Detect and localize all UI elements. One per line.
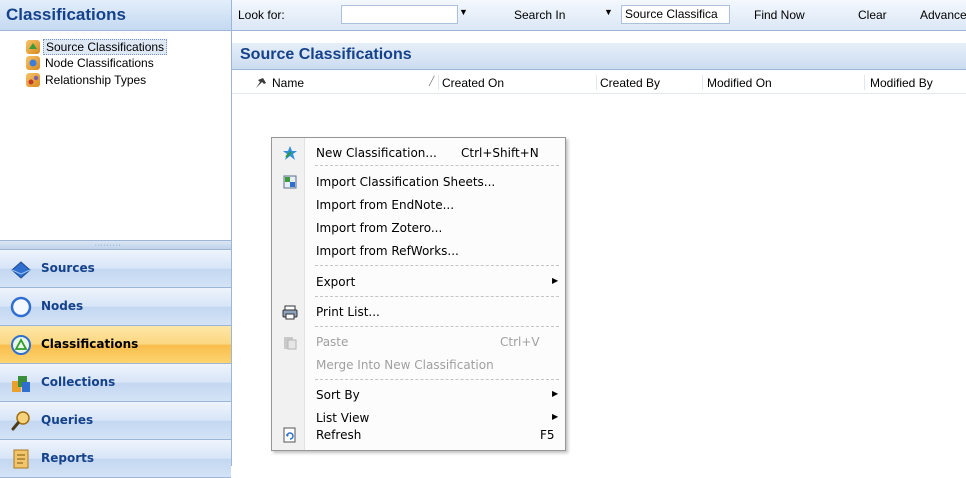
column-header-modified-on[interactable]: Modified On: [707, 76, 772, 90]
menu-item-label: New Classification...: [316, 146, 437, 160]
menu-separator: [315, 165, 559, 166]
nav-button-collections[interactable]: Collections: [0, 364, 231, 402]
menu-item-shortcut: F5: [540, 428, 555, 442]
import-sheets-icon: [282, 174, 298, 190]
find-now-button[interactable]: Find Now: [754, 8, 805, 22]
paste-icon: [282, 334, 298, 350]
nav-button-queries[interactable]: Queries: [0, 402, 231, 440]
sort-indicator-icon: ╱: [429, 76, 435, 86]
submenu-arrow-icon: ▶: [552, 389, 559, 398]
column-separator[interactable]: [864, 75, 865, 90]
menu-separator: [315, 379, 559, 380]
menu-item-merge-into-new-classification[interactable]: Merge Into New Classification: [273, 354, 564, 376]
collections-icon: [10, 372, 32, 394]
column-separator[interactable]: [596, 75, 597, 90]
node-classifications-icon: [26, 56, 40, 70]
list-view-header: Source Classifications: [232, 43, 966, 70]
find-toolbar: Look for: ▼ Search In ▼ Source Classific…: [232, 0, 966, 31]
menu-item-import-classification-sheets[interactable]: Import Classification Sheets...: [273, 171, 564, 193]
menu-separator: [315, 265, 559, 266]
nav-button-label: Sources: [41, 261, 95, 275]
queries-icon: [10, 410, 32, 432]
clear-button[interactable]: Clear: [858, 8, 887, 22]
look-for-dropdown-icon[interactable]: ▼: [459, 7, 468, 17]
menu-item-sort-by[interactable]: Sort By ▶: [273, 384, 564, 406]
column-separator[interactable]: [438, 75, 439, 90]
nav-button-label: Collections: [41, 375, 116, 389]
column-header-created-on[interactable]: Created On: [442, 76, 504, 90]
nav-button-label: Reports: [41, 451, 95, 465]
navigation-pane: Classifications Source Classifications N…: [0, 0, 232, 478]
menu-item-label: Export: [316, 275, 356, 289]
menu-separator: [315, 326, 559, 327]
nodes-icon: [10, 296, 32, 318]
menu-item-shortcut: Ctrl+Shift+N: [461, 146, 539, 160]
nav-button-label: Queries: [41, 413, 94, 427]
menu-item-import-zotero[interactable]: Import from Zotero...: [273, 217, 564, 239]
nav-button-nodes[interactable]: Nodes: [0, 288, 231, 326]
tree-item-label: Relationship Types: [45, 73, 147, 87]
reports-icon: [10, 448, 32, 470]
tree-item-label: Source Classifications: [43, 39, 168, 55]
menu-item-label: Merge Into New Classification: [316, 358, 494, 372]
look-for-input[interactable]: [341, 5, 458, 24]
column-chooser-pin-icon[interactable]: [254, 76, 268, 93]
column-header-name[interactable]: Name: [272, 76, 304, 90]
look-for-label: Look for:: [238, 8, 285, 22]
classifications-icon: [10, 334, 32, 356]
nav-button-classifications[interactable]: Classifications: [0, 326, 231, 364]
menu-separator: [315, 296, 559, 297]
relationship-types-icon: [26, 73, 40, 87]
menu-item-shortcut: Ctrl+V: [500, 335, 540, 349]
navigation-pane-header: Classifications: [0, 0, 231, 31]
menu-item-export[interactable]: Export ▶: [273, 271, 564, 293]
menu-item-label: Print List...: [316, 305, 380, 319]
menu-item-label: Import Classification Sheets...: [316, 175, 496, 189]
submenu-arrow-icon: ▶: [552, 412, 559, 421]
column-separator[interactable]: [702, 75, 703, 90]
submenu-arrow-icon: ▶: [552, 276, 559, 285]
menu-item-label: Import from Zotero...: [316, 221, 443, 235]
menu-item-label: Import from EndNote...: [316, 198, 455, 212]
column-header-created-by[interactable]: Created By: [600, 76, 660, 90]
source-classifications-icon: [26, 40, 40, 54]
context-menu: New Classification... Ctrl+Shift+N Impor…: [271, 137, 566, 451]
list-column-headers: Name ╱ Created On Created By Modified On…: [232, 73, 966, 94]
search-in-field[interactable]: Source Classifica: [621, 5, 730, 24]
page-title: Source Classifications: [240, 46, 412, 63]
new-classification-icon: [282, 145, 298, 161]
nav-button-label: Nodes: [41, 299, 84, 313]
navigation-pane-title: Classifications: [6, 5, 126, 24]
nav-button-reports[interactable]: Reports: [0, 440, 231, 478]
pane-splitter[interactable]: ∙∙∙∙∙∙∙∙∙: [0, 240, 231, 250]
menu-item-label: Refresh: [316, 428, 362, 442]
menu-item-refresh[interactable]: Refresh F5: [273, 424, 564, 446]
print-icon: [282, 304, 298, 320]
column-header-modified-by[interactable]: Modified By: [870, 76, 933, 90]
sources-icon: [10, 258, 32, 280]
tree-item-label: Node Classifications: [45, 56, 154, 70]
refresh-icon: [282, 427, 298, 443]
menu-item-import-refworks[interactable]: Import from RefWorks...: [273, 240, 564, 262]
menu-item-label: Paste: [316, 335, 349, 349]
nav-button-sources[interactable]: Sources: [0, 250, 231, 288]
menu-item-label: List View: [316, 411, 370, 425]
menu-item-new-classification[interactable]: New Classification... Ctrl+Shift+N: [273, 142, 564, 164]
search-in-dropdown-icon[interactable]: ▼: [604, 7, 613, 17]
nav-button-label: Classifications: [41, 337, 139, 351]
menu-item-import-endnote[interactable]: Import from EndNote...: [273, 194, 564, 216]
menu-item-paste[interactable]: Paste Ctrl+V: [273, 331, 564, 353]
menu-item-label: Sort By: [316, 388, 360, 402]
search-in-button[interactable]: Search In: [514, 8, 565, 22]
splitter-grip-icon: ∙∙∙∙∙∙∙∙∙: [95, 242, 122, 249]
menu-item-label: Import from RefWorks...: [316, 244, 459, 258]
menu-item-print-list[interactable]: Print List...: [273, 301, 564, 323]
advanced-find-button[interactable]: Advance: [920, 8, 966, 22]
